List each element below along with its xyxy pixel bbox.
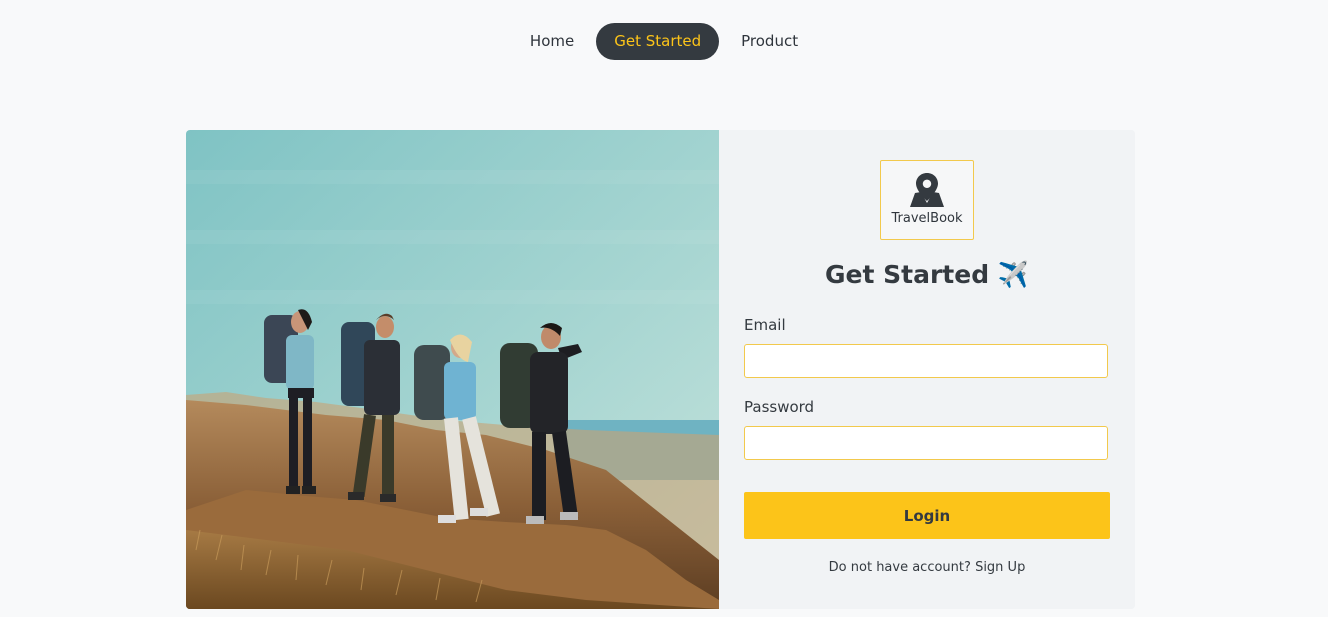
travelbook-logo: TravelBook [880,160,974,240]
email-label: Email [744,316,786,334]
password-label: Password [744,398,815,416]
email-field[interactable] [744,344,1108,378]
nav-home[interactable]: Home [512,23,592,60]
map-location-icon [910,173,944,207]
signup-prompt-text: Do not have account? [828,560,971,575]
signup-prompt: Do not have account? Sign Up [719,560,1135,575]
nav-get-started[interactable]: Get Started [596,23,720,60]
signup-link[interactable]: Sign Up [975,560,1025,575]
form-title-text: Get Started [825,260,990,289]
top-nav: Home Get Started Product [0,23,1328,60]
login-button[interactable]: Login [744,492,1110,539]
login-card: TravelBook Get Started ✈️ Email Password… [186,130,1135,609]
logo-text: TravelBook [891,211,963,226]
nav-product[interactable]: Product [723,23,816,60]
login-form-panel: TravelBook Get Started ✈️ Email Password… [719,130,1135,609]
password-field[interactable] [744,426,1108,460]
airplane-icon: ✈️ [997,260,1029,289]
form-title: Get Started ✈️ [719,260,1135,290]
hikers-photo [186,130,719,609]
